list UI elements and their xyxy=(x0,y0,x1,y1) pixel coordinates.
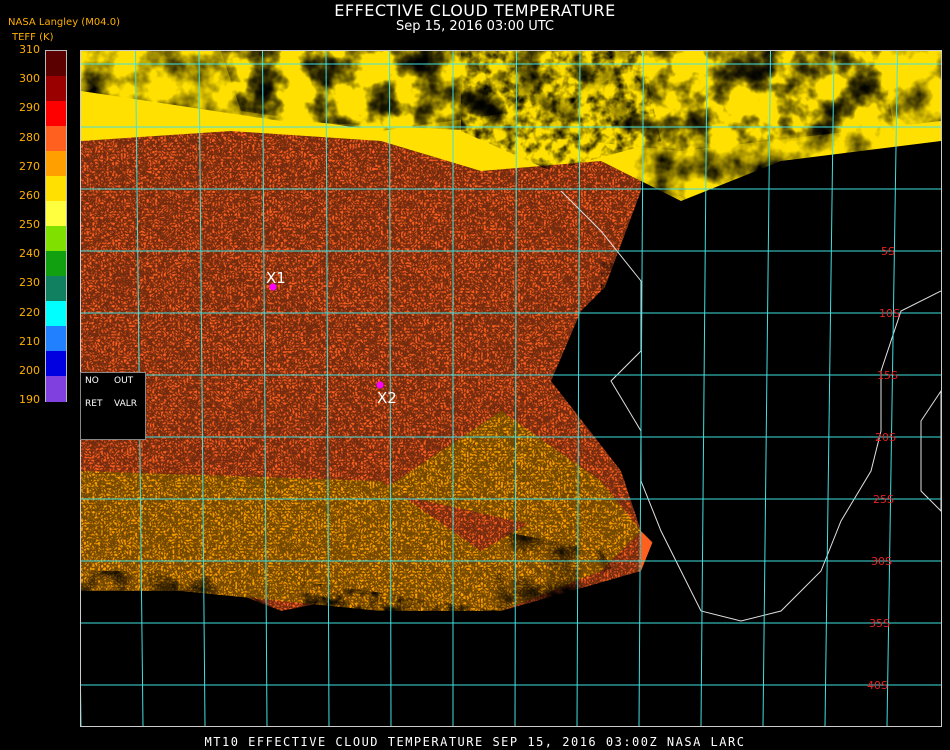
units-label: TEFF (K) xyxy=(12,32,54,43)
legend-no: NO xyxy=(85,376,99,386)
colorbar-swatch xyxy=(46,276,66,302)
colorbar-swatch xyxy=(46,126,66,152)
colorbar-tick-label: 200 xyxy=(19,363,40,377)
legend-out: OUT xyxy=(114,376,134,386)
colorbar-tick-label: 280 xyxy=(19,130,40,144)
marker-label: X1 xyxy=(266,269,286,287)
colorbar-tick-label: 190 xyxy=(19,393,40,406)
colorbar-swatch xyxy=(46,76,66,102)
cloud-temperature-map: 5S 10S 15S 20S 25S 30S 35S 40S X1 X2 xyxy=(80,50,942,727)
marker-point xyxy=(376,381,384,389)
colorbar-tick-label: 310 xyxy=(19,43,40,56)
colorbar-swatch xyxy=(46,51,66,77)
latitude-label: 15S xyxy=(877,369,898,382)
map-canvas: 5S 10S 15S 20S 25S 30S 35S 40S X1 X2 xyxy=(81,51,941,726)
colorbar-tick-label: 270 xyxy=(19,159,40,173)
cloud-field xyxy=(81,51,941,726)
colorbar-swatch xyxy=(46,326,66,352)
agency-label: NASA Langley (M04.0) xyxy=(8,17,120,28)
colorbar-swatch xyxy=(46,201,66,227)
colorbar-tick-label: 240 xyxy=(19,247,40,261)
mask-legend: NO OUT RET VALR xyxy=(80,372,146,440)
colorbar-swatch xyxy=(46,376,66,402)
colorbar-tick-label: 250 xyxy=(19,218,40,231)
colorbar-tick-label: 210 xyxy=(19,334,40,348)
temperature-colorbar xyxy=(45,50,67,402)
legend-ret: RET xyxy=(85,399,103,409)
latitude-label: 10S xyxy=(879,307,900,320)
latitude-label: 30S xyxy=(871,555,892,568)
colorbar-swatch xyxy=(46,251,66,277)
colorbar-swatch xyxy=(46,301,66,327)
colorbar-tick-label: 300 xyxy=(19,72,40,86)
colorbar-swatch xyxy=(46,351,66,377)
colorbar-tick-label: 230 xyxy=(19,276,40,290)
latitude-label: 20S xyxy=(875,431,896,444)
colorbar-swatch xyxy=(46,151,66,177)
datetime-label: Sep 15, 2016 03:00 UTC xyxy=(395,19,555,34)
legend-valr: VALR xyxy=(114,399,138,409)
colorbar-tick-label: 220 xyxy=(19,305,40,319)
colorbar-swatch xyxy=(46,101,66,127)
latitude-label: 35S xyxy=(869,617,890,630)
colorbar-tick-label: 260 xyxy=(19,188,40,202)
latitude-label: 25S xyxy=(873,493,894,506)
page-title: EFFECTIVE CLOUD TEMPERATURE xyxy=(334,1,616,20)
colorbar-swatch xyxy=(46,176,66,202)
footer-caption: MT10 EFFECTIVE CLOUD TEMPERATURE SEP 15,… xyxy=(204,735,746,749)
latitude-label: 40S xyxy=(867,679,888,692)
marker-label: X2 xyxy=(377,389,397,407)
latitude-label: 5S xyxy=(881,245,895,258)
colorbar-swatch xyxy=(46,226,66,252)
colorbar-tick-label: 290 xyxy=(19,101,40,115)
